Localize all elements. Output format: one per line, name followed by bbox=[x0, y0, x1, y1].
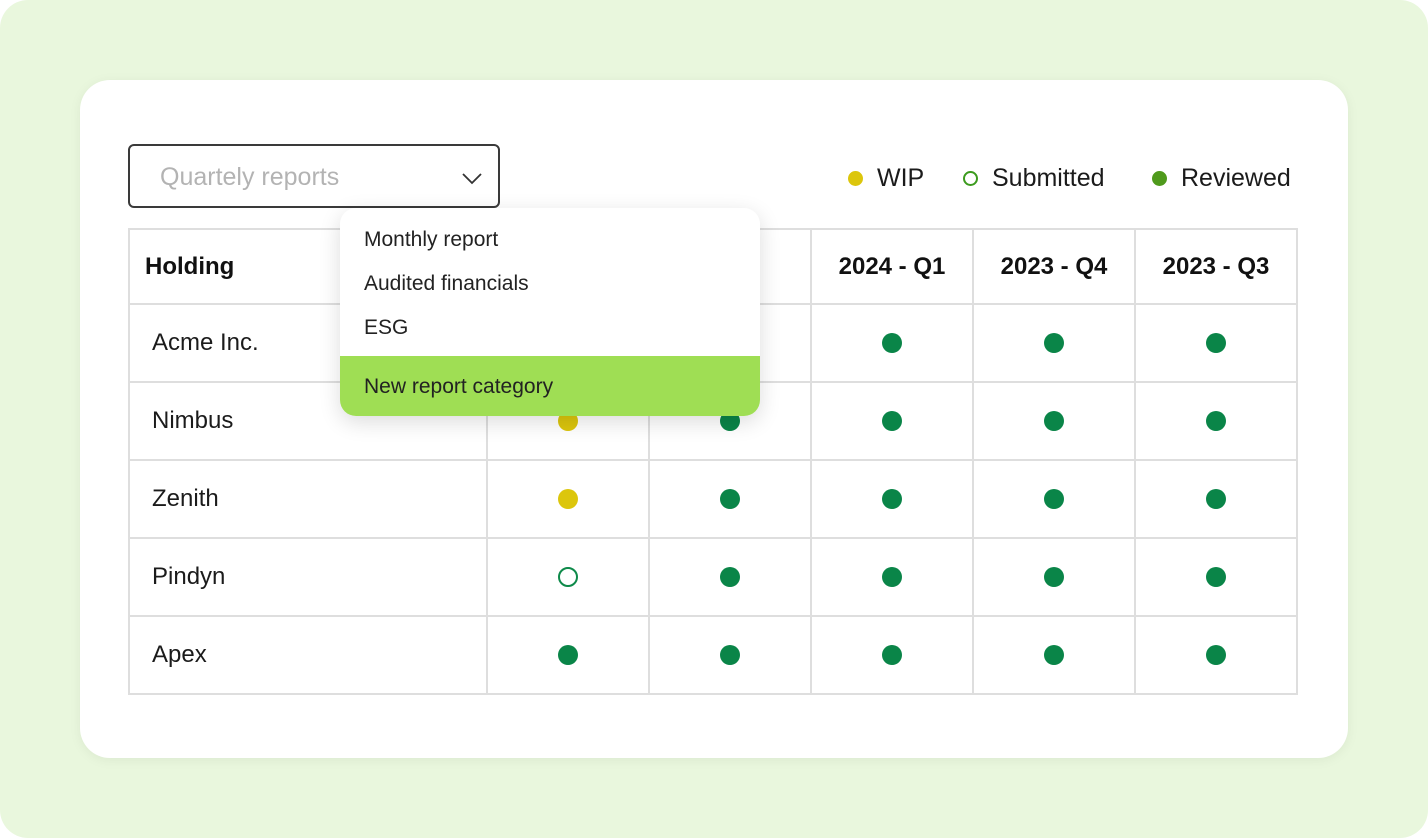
status-cell bbox=[810, 615, 974, 695]
status-cell bbox=[972, 615, 1136, 695]
status-cell bbox=[648, 615, 812, 695]
status-cell bbox=[810, 381, 974, 461]
submitted-status-icon bbox=[558, 567, 578, 587]
new-report-category-label: New report category bbox=[364, 375, 554, 398]
reviewed-status-icon bbox=[720, 645, 740, 665]
wip-dot-icon bbox=[848, 170, 863, 186]
reviewed-status-icon bbox=[1044, 411, 1064, 431]
legend-wip-label: WIP bbox=[877, 163, 925, 192]
reviewed-status-icon bbox=[720, 567, 740, 587]
legend-submitted: Submitted bbox=[963, 160, 1105, 196]
menu-item-audited-financials[interactable]: Audited financials bbox=[340, 262, 760, 306]
table-row: Apex bbox=[128, 615, 1298, 695]
reviewed-status-icon bbox=[1206, 411, 1226, 431]
status-cell bbox=[648, 459, 812, 539]
reviewed-status-icon bbox=[882, 333, 902, 353]
new-report-category-button[interactable]: New report category bbox=[340, 356, 760, 416]
reviewed-status-icon bbox=[882, 645, 902, 665]
status-cell bbox=[1134, 303, 1298, 383]
status-cell bbox=[648, 537, 812, 617]
legend-wip: WIP bbox=[848, 160, 924, 196]
report-type-value: Quartely reports bbox=[160, 163, 340, 191]
menu-item-monthly-report[interactable]: Monthly report bbox=[340, 218, 760, 262]
menu-item-label: Monthly report bbox=[364, 228, 499, 251]
reviewed-status-icon bbox=[1206, 333, 1226, 353]
report-type-select[interactable]: Quartely reports bbox=[128, 144, 500, 208]
table-row: Zenith bbox=[128, 459, 1298, 539]
chevron-down-icon bbox=[462, 173, 482, 185]
table-row: Pindyn bbox=[128, 537, 1298, 617]
status-cell bbox=[1134, 381, 1298, 461]
status-cell bbox=[972, 381, 1136, 461]
reviewed-status-icon bbox=[1206, 645, 1226, 665]
menu-item-esg[interactable]: ESG bbox=[340, 306, 760, 350]
status-cell bbox=[486, 537, 650, 617]
reviewed-status-icon bbox=[720, 489, 740, 509]
reviewed-status-icon bbox=[1044, 333, 1064, 353]
menu-item-label: Audited financials bbox=[364, 272, 529, 295]
holding-name: Zenith bbox=[128, 459, 488, 539]
reviewed-status-icon bbox=[558, 645, 578, 665]
status-cell bbox=[810, 459, 974, 539]
reviewed-status-icon bbox=[1044, 489, 1064, 509]
legend-reviewed: Reviewed bbox=[1152, 160, 1291, 196]
reviewed-status-icon bbox=[882, 489, 902, 509]
status-cell bbox=[972, 303, 1136, 383]
submitted-dot-icon bbox=[963, 170, 978, 186]
wip-status-icon bbox=[558, 489, 578, 509]
legend-reviewed-label: Reviewed bbox=[1181, 163, 1291, 192]
reviewed-dot-icon bbox=[1152, 170, 1167, 186]
holding-name: Apex bbox=[128, 615, 488, 695]
reviewed-status-icon bbox=[1206, 489, 1226, 509]
status-cell bbox=[810, 537, 974, 617]
report-type-dropdown-menu: Monthly report Audited financials ESG Ne… bbox=[340, 208, 760, 416]
status-cell bbox=[486, 459, 650, 539]
menu-item-label: ESG bbox=[364, 316, 409, 339]
status-cell bbox=[972, 537, 1136, 617]
reviewed-status-icon bbox=[1044, 567, 1064, 587]
column-header: 2023 - Q4 bbox=[972, 228, 1136, 305]
column-header: 2023 - Q3 bbox=[1134, 228, 1298, 305]
reviewed-status-icon bbox=[882, 411, 902, 431]
status-cell bbox=[1134, 459, 1298, 539]
column-header: 2024 - Q1 bbox=[810, 228, 974, 305]
status-cell bbox=[1134, 537, 1298, 617]
reviewed-status-icon bbox=[1044, 645, 1064, 665]
status-cell bbox=[1134, 615, 1298, 695]
status-cell bbox=[486, 615, 650, 695]
reviewed-status-icon bbox=[1206, 567, 1226, 587]
reviewed-status-icon bbox=[882, 567, 902, 587]
status-cell bbox=[810, 303, 974, 383]
holding-name: Pindyn bbox=[128, 537, 488, 617]
status-cell bbox=[972, 459, 1136, 539]
legend-submitted-label: Submitted bbox=[992, 163, 1105, 192]
